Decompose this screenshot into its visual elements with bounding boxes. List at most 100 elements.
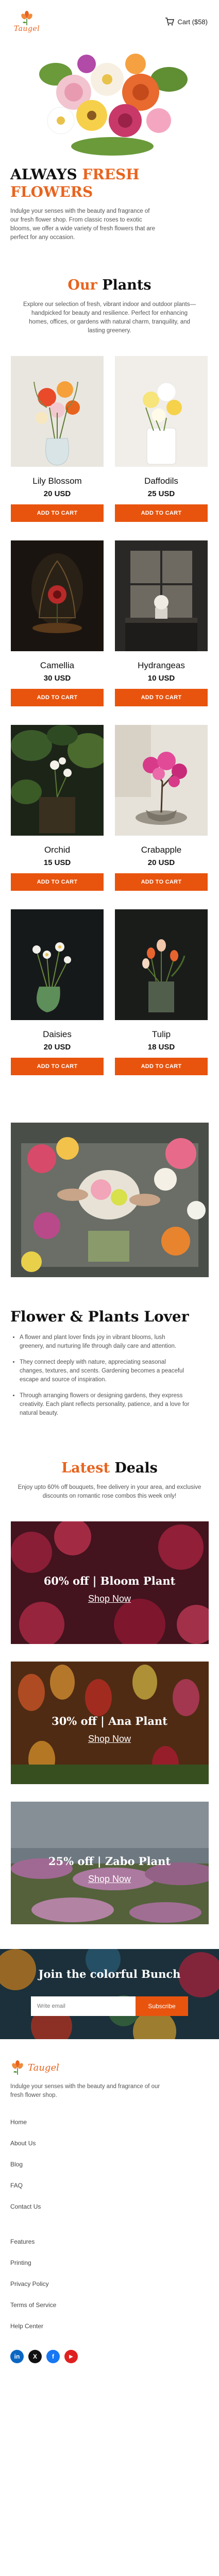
deals-description: Enjoy upto 60% off bouquets, free delive… bbox=[18, 1484, 201, 1499]
product-image[interactable] bbox=[115, 725, 208, 836]
product-card: Hydrangeas 10 USD ADD TO CART bbox=[115, 540, 208, 706]
footer-links: Home About Us Blog FAQ Contact Us Featur… bbox=[10, 2119, 209, 2344]
footer-logo-text: Taugel bbox=[28, 2062, 59, 2073]
hero-title: ALWAYS FRESH FLOWERS bbox=[10, 166, 140, 200]
product-image[interactable] bbox=[115, 909, 208, 1020]
facebook-icon[interactable]: f bbox=[46, 2350, 60, 2363]
plants-description: Explore our selection of fresh, vibrant … bbox=[23, 301, 196, 334]
deal-card-bloom: 60% off | Bloom Plant Shop Now bbox=[10, 1521, 209, 1644]
product-name: Orchid bbox=[44, 845, 71, 855]
lover-section: Flower & Plants Lover A flower and plant… bbox=[0, 1308, 219, 1418]
page: Taugel Cart ($58) ALWAYS FRESH FLOWERS I… bbox=[0, 0, 219, 2363]
newsletter-section: Join the colorful Bunch Subscribe bbox=[0, 1949, 219, 2039]
lover-title: Flower & Plants Lover bbox=[10, 1308, 189, 1325]
add-to-cart-button[interactable]: ADD TO CART bbox=[115, 689, 208, 706]
product-price: 20 USD bbox=[147, 858, 175, 867]
florist-image bbox=[10, 1123, 209, 1277]
product-card: Orchid 15 USD ADD TO CART bbox=[11, 725, 104, 891]
product-image[interactable] bbox=[11, 725, 104, 836]
deal-label: 30% off | Ana Plant bbox=[52, 1715, 167, 1727]
flower-logo-icon bbox=[21, 11, 32, 25]
plants-section: Our Plants Explore our selection of fres… bbox=[0, 277, 219, 1075]
deal-card-ana: 30% off | Ana Plant Shop Now bbox=[10, 1662, 209, 1784]
product-card: Daffodils 25 USD ADD TO CART bbox=[115, 356, 208, 522]
newsletter-form: Subscribe bbox=[31, 1996, 188, 2016]
lover-list: A flower and plant lover finds joy in vi… bbox=[10, 1333, 209, 1418]
flower-logo-icon bbox=[12, 2060, 23, 2075]
cart-button[interactable]: Cart ($58) bbox=[165, 18, 208, 26]
product-card: Lily Blossom 20 USD ADD TO CART bbox=[11, 356, 104, 522]
footer-logo[interactable]: Taugel bbox=[10, 2060, 209, 2075]
product-card: Crabapple 20 USD ADD TO CART bbox=[115, 725, 208, 891]
email-input[interactable] bbox=[31, 1996, 136, 2016]
footer-link-contact[interactable]: Contact Us bbox=[10, 2203, 209, 2238]
add-to-cart-button[interactable]: ADD TO CART bbox=[11, 504, 104, 522]
deals-title: Latest Deals bbox=[61, 1460, 158, 1476]
footer-link-about[interactable]: About Us bbox=[10, 2140, 209, 2161]
youtube-icon[interactable]: ▶ bbox=[64, 2350, 78, 2363]
add-to-cart-button[interactable]: ADD TO CART bbox=[11, 873, 104, 891]
product-card: Daisies 20 USD ADD TO CART bbox=[11, 909, 104, 1075]
product-image[interactable] bbox=[11, 909, 104, 1020]
product-name: Lily Blossom bbox=[32, 476, 82, 486]
footer-description: Indulge your senses with the beauty and … bbox=[10, 2083, 160, 2098]
product-price: 18 USD bbox=[147, 1043, 175, 1052]
footer-link-help[interactable]: Help Center bbox=[10, 2323, 209, 2344]
product-name: Hydrangeas bbox=[138, 660, 185, 670]
cart-label: Cart ($58) bbox=[177, 18, 208, 26]
lover-list-item: Through arranging flowers or designing g… bbox=[20, 1392, 190, 1418]
linkedin-icon[interactable]: in bbox=[10, 2350, 24, 2363]
add-to-cart-button[interactable]: ADD TO CART bbox=[11, 689, 104, 706]
lover-list-item: A flower and plant lover finds joy in vi… bbox=[20, 1333, 190, 1351]
product-image[interactable] bbox=[11, 356, 104, 467]
product-price: 15 USD bbox=[43, 858, 71, 867]
newsletter-title: Join the colorful Bunch bbox=[38, 1968, 181, 1980]
shop-now-link[interactable]: Shop Now bbox=[11, 1874, 209, 1885]
product-name: Camellia bbox=[40, 660, 75, 670]
hero-section: ALWAYS FRESH FLOWERS Indulge your senses… bbox=[0, 157, 219, 242]
deals-section: Latest Deals Enjoy upto 60% off bouquets… bbox=[0, 1460, 219, 1924]
social-links: in X f ▶ bbox=[10, 2350, 209, 2363]
twitter-x-icon[interactable]: X bbox=[28, 2350, 42, 2363]
footer-link-privacy[interactable]: Privacy Policy bbox=[10, 2280, 209, 2301]
product-name: Daffodils bbox=[144, 476, 178, 486]
product-price: 30 USD bbox=[43, 674, 71, 683]
product-price: 20 USD bbox=[43, 489, 71, 498]
product-price: 25 USD bbox=[147, 489, 175, 498]
hero-description: Indulge your senses with the beauty and … bbox=[10, 208, 156, 241]
footer-link-printing[interactable]: Printing bbox=[10, 2259, 209, 2280]
footer: Taugel Indulge your senses with the beau… bbox=[0, 2039, 219, 2363]
logo-text: Taugel bbox=[13, 25, 40, 33]
product-image[interactable] bbox=[115, 356, 208, 467]
product-name: Tulip bbox=[151, 1029, 171, 1039]
add-to-cart-button[interactable]: ADD TO CART bbox=[115, 504, 208, 522]
shop-now-link[interactable]: Shop Now bbox=[11, 1594, 209, 1604]
add-to-cart-button[interactable]: ADD TO CART bbox=[11, 1058, 104, 1075]
product-price: 20 USD bbox=[43, 1043, 71, 1052]
footer-link-faq[interactable]: FAQ bbox=[10, 2182, 209, 2203]
footer-link-blog[interactable]: Blog bbox=[10, 2161, 209, 2182]
add-to-cart-button[interactable]: ADD TO CART bbox=[115, 873, 208, 891]
product-card: Camellia 30 USD ADD TO CART bbox=[11, 540, 104, 706]
product-card: Tulip 18 USD ADD TO CART bbox=[115, 909, 208, 1075]
hero-bouquet-image bbox=[24, 43, 195, 157]
add-to-cart-button[interactable]: ADD TO CART bbox=[115, 1058, 208, 1075]
product-grid: Lily Blossom 20 USD ADD TO CART Daffodil… bbox=[0, 356, 219, 1075]
logo[interactable]: Taugel bbox=[11, 10, 42, 33]
product-image[interactable] bbox=[11, 540, 104, 651]
product-image[interactable] bbox=[115, 540, 208, 651]
subscribe-button[interactable]: Subscribe bbox=[136, 1996, 188, 2016]
deal-label: 25% off | Zabo Plant bbox=[48, 1855, 171, 1868]
deal-card-zabo: 25% off | Zabo Plant Shop Now bbox=[10, 1802, 209, 1924]
footer-link-terms[interactable]: Terms of Service bbox=[10, 2301, 209, 2323]
product-price: 10 USD bbox=[147, 674, 175, 683]
product-name: Daisies bbox=[43, 1029, 72, 1039]
footer-link-features[interactable]: Features bbox=[10, 2238, 209, 2259]
header: Taugel Cart ($58) bbox=[0, 0, 219, 43]
shop-now-link[interactable]: Shop Now bbox=[11, 1734, 209, 1744]
product-name: Crabapple bbox=[141, 845, 182, 855]
footer-link-home[interactable]: Home bbox=[10, 2119, 209, 2140]
deal-label: 60% off | Bloom Plant bbox=[43, 1574, 176, 1587]
cart-icon bbox=[165, 18, 175, 26]
lover-list-item: They connect deeply with nature, appreci… bbox=[20, 1358, 190, 1384]
